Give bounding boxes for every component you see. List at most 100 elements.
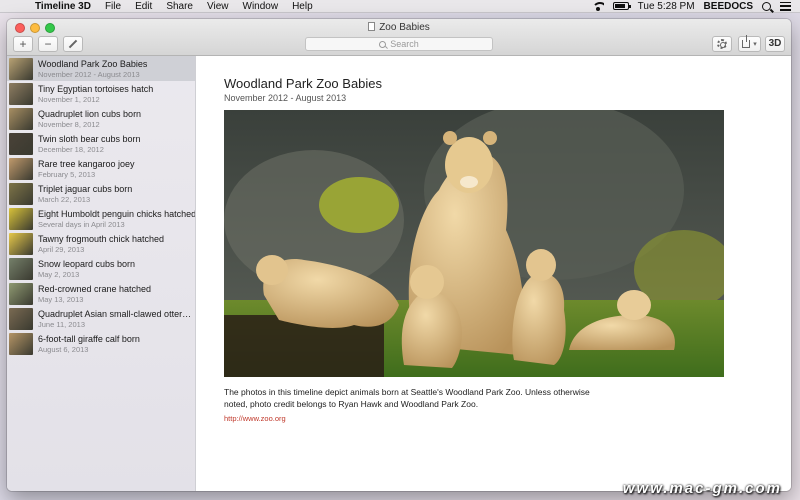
menu-bar: Timeline 3D File Edit Share View Window … (0, 0, 800, 13)
search-placeholder: Search (390, 39, 419, 49)
event-thumbnail (9, 132, 33, 155)
battery-icon[interactable] (612, 2, 631, 10)
event-url-link[interactable]: http://www.zoo.org (224, 414, 286, 423)
remove-event-button[interactable]: − (38, 36, 58, 52)
spotlight-icon[interactable] (762, 1, 771, 11)
lion-family-photo (224, 110, 724, 377)
app-window: Zoo Babies + − Search ▾ 3D Woodland Park… (7, 19, 791, 491)
share-button[interactable]: ▾ (738, 35, 761, 52)
add-event-button[interactable]: + (13, 36, 33, 52)
window-title-text: Zoo Babies (379, 22, 430, 33)
list-item[interactable]: Red-crowned crane hatched May 13, 2013 (7, 281, 195, 306)
event-thumbnail (9, 207, 33, 230)
list-item-date: February 5, 2013 (38, 169, 96, 179)
list-item-text: 6-foot-tall giraffe calf born August 6, 2… (38, 334, 140, 354)
remove-icon: − (44, 37, 52, 51)
list-item[interactable]: Woodland Park Zoo Babies November 2012 - … (7, 56, 195, 81)
event-thumbnail (9, 57, 33, 80)
list-item[interactable]: Twin sloth bear cubs born December 18, 20… (7, 131, 195, 156)
event-thumbnail (9, 232, 33, 255)
3d-view-button[interactable]: 3D (765, 36, 785, 52)
list-item[interactable]: Snow leopard cubs born May 2, 2013 (7, 256, 195, 281)
list-item-date: March 22, 2013 (38, 194, 91, 204)
list-item-title: Rare tree kangaroo joey (38, 158, 135, 169)
menu-window[interactable]: Window (236, 0, 286, 13)
event-detail: Woodland Park Zoo Babies November 2012 -… (197, 56, 791, 491)
list-item-text: Rare tree kangaroo joey February 5, 2013 (38, 159, 135, 179)
event-thumbnail (9, 257, 33, 280)
list-item-date: May 13, 2013 (38, 294, 84, 304)
event-thumbnail (9, 107, 33, 130)
edit-button[interactable] (63, 36, 83, 52)
list-item-text: Twin sloth bear cubs born December 18, 20… (38, 134, 141, 154)
list-item-date: Several days in April 2013 (38, 219, 125, 229)
list-item-text: Quadruplet Asian small-clawed otter… June… (38, 309, 191, 329)
list-item-title: Quadruplet lion cubs born (38, 108, 142, 119)
list-item-date: May 2, 2013 (38, 269, 80, 279)
document-icon (368, 22, 376, 31)
list-item[interactable]: 6-foot-tall giraffe calf born August 6, 2… (7, 331, 195, 356)
list-item-title: Snow leopard cubs born (38, 258, 136, 269)
list-item-title: 6-foot-tall giraffe calf born (38, 333, 140, 344)
event-thumbnail (9, 82, 33, 105)
list-item[interactable]: Tawny frogmouth chick hatched April 29, 2… (7, 231, 195, 256)
window-title: Zoo Babies (7, 22, 791, 33)
menubar-user[interactable]: BEEDOCS (704, 1, 753, 12)
watermark: www.mac-gm.com (622, 480, 782, 497)
list-item-text: Tiny Egyptian tortoises hatch November 1,… (38, 84, 153, 104)
list-item-title: Twin sloth bear cubs born (38, 133, 141, 144)
event-thumbnail (9, 282, 33, 305)
list-item-text: Red-crowned crane hatched May 13, 2013 (38, 284, 151, 304)
wifi-icon[interactable] (591, 1, 604, 11)
list-item-text: Quadruplet lion cubs born November 8, 201… (38, 109, 141, 129)
menu-edit[interactable]: Edit (128, 0, 159, 13)
menu-view[interactable]: View (200, 0, 236, 13)
chevron-down-icon: ▾ (753, 40, 757, 48)
menu-share[interactable]: Share (159, 0, 200, 13)
menu-help[interactable]: Help (285, 0, 320, 13)
event-description: The photos in this timeline depict anima… (224, 387, 590, 409)
gear-icon (717, 39, 727, 49)
list-item-title: Red-crowned crane hatched (38, 283, 152, 294)
list-item-text: Eight Humboldt penguin chicks hatched Sev… (38, 209, 195, 229)
event-thumbnail (9, 157, 33, 180)
list-item-title: Woodland Park Zoo Babies (38, 58, 148, 69)
list-item[interactable]: Quadruplet Asian small-clawed otter… June… (7, 306, 195, 331)
menu-file[interactable]: File (98, 0, 128, 13)
list-item[interactable]: Rare tree kangaroo joey February 5, 2013 (7, 156, 195, 181)
search-input[interactable]: Search (305, 37, 493, 51)
notification-center-icon[interactable] (780, 1, 791, 11)
event-photo (224, 110, 724, 377)
list-item[interactable]: Quadruplet lion cubs born November 8, 201… (7, 106, 195, 131)
share-icon (742, 35, 751, 48)
list-item-title: Tawny frogmouth chick hatched (38, 233, 165, 244)
event-thumbnail (9, 332, 33, 355)
event-title: Woodland Park Zoo Babies (224, 76, 383, 91)
list-item[interactable]: Eight Humboldt penguin chicks hatched Sev… (7, 206, 195, 231)
menubar-clock[interactable]: Tue 5:28 PM (638, 1, 695, 12)
list-item-date: November 2012 - August 2013 (38, 69, 140, 79)
pencil-icon (68, 39, 78, 49)
list-item-date: April 29, 2013 (38, 244, 85, 254)
search-icon (379, 40, 387, 48)
list-item-title: Triplet jaguar cubs born (38, 183, 133, 194)
list-item[interactable]: Triplet jaguar cubs born March 22, 2013 (7, 181, 195, 206)
3d-label: 3D (768, 38, 782, 49)
list-item-text: Snow leopard cubs born May 2, 2013 (38, 259, 135, 279)
list-item-date: November 8, 2012 (38, 119, 100, 129)
list-item-text: Triplet jaguar cubs born March 22, 2013 (38, 184, 132, 204)
event-list-sidebar: Woodland Park Zoo Babies November 2012 - … (7, 56, 196, 491)
event-date: November 2012 - August 2013 (224, 93, 347, 103)
list-item-date: November 1, 2012 (38, 94, 100, 104)
title-bar: Zoo Babies + − Search ▾ 3D (7, 19, 791, 56)
list-item[interactable]: Tiny Egyptian tortoises hatch November 1,… (7, 81, 195, 106)
settings-button[interactable] (712, 36, 732, 52)
list-item-title: Eight Humboldt penguin chicks hatched (38, 208, 195, 219)
event-thumbnail (9, 182, 33, 205)
event-thumbnail (9, 307, 33, 330)
list-item-text: Tawny frogmouth chick hatched April 29, 2… (38, 234, 164, 254)
list-item-title: Tiny Egyptian tortoises hatch (38, 83, 154, 94)
list-item-title: Quadruplet Asian small-clawed otter… (38, 308, 192, 319)
app-menu[interactable]: Timeline 3D (28, 0, 98, 13)
list-item-date: June 11, 2013 (38, 319, 85, 329)
